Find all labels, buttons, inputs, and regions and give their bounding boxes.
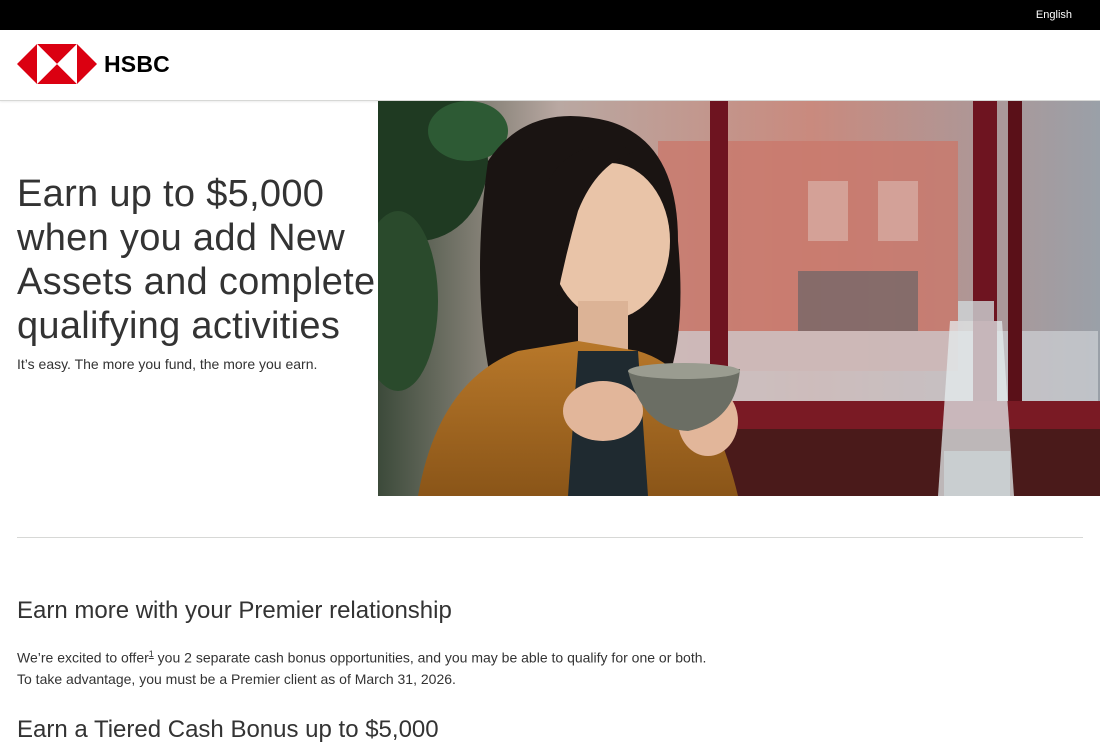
hero-text-block: Earn up to $5,000 when you add New Asset… xyxy=(17,172,377,372)
section-body: We’re excited to offer1 you 2 separate c… xyxy=(17,644,717,690)
site-header: HSBC xyxy=(0,30,1100,101)
hsbc-logo[interactable]: HSBC xyxy=(17,44,170,84)
body-text-before: We’re excited to offer xyxy=(17,649,149,666)
hexagon-logo-icon xyxy=(17,44,97,84)
top-utility-bar: English xyxy=(0,0,1100,30)
section-divider xyxy=(17,537,1083,538)
logo-text: HSBC xyxy=(104,50,170,77)
section2-title: Earn a Tiered Cash Bonus up to $5,000 xyxy=(17,716,439,743)
language-selector[interactable]: English xyxy=(1036,9,1072,21)
hero-title: Earn up to $5,000 when you add New Asset… xyxy=(17,173,376,347)
hero-image xyxy=(378,101,1100,496)
woman-with-coffee-illustration xyxy=(378,101,1100,496)
section-title: Earn more with your Premier relationship xyxy=(17,597,452,624)
hero-subtitle: It’s easy. The more you fund, the more y… xyxy=(17,356,318,372)
